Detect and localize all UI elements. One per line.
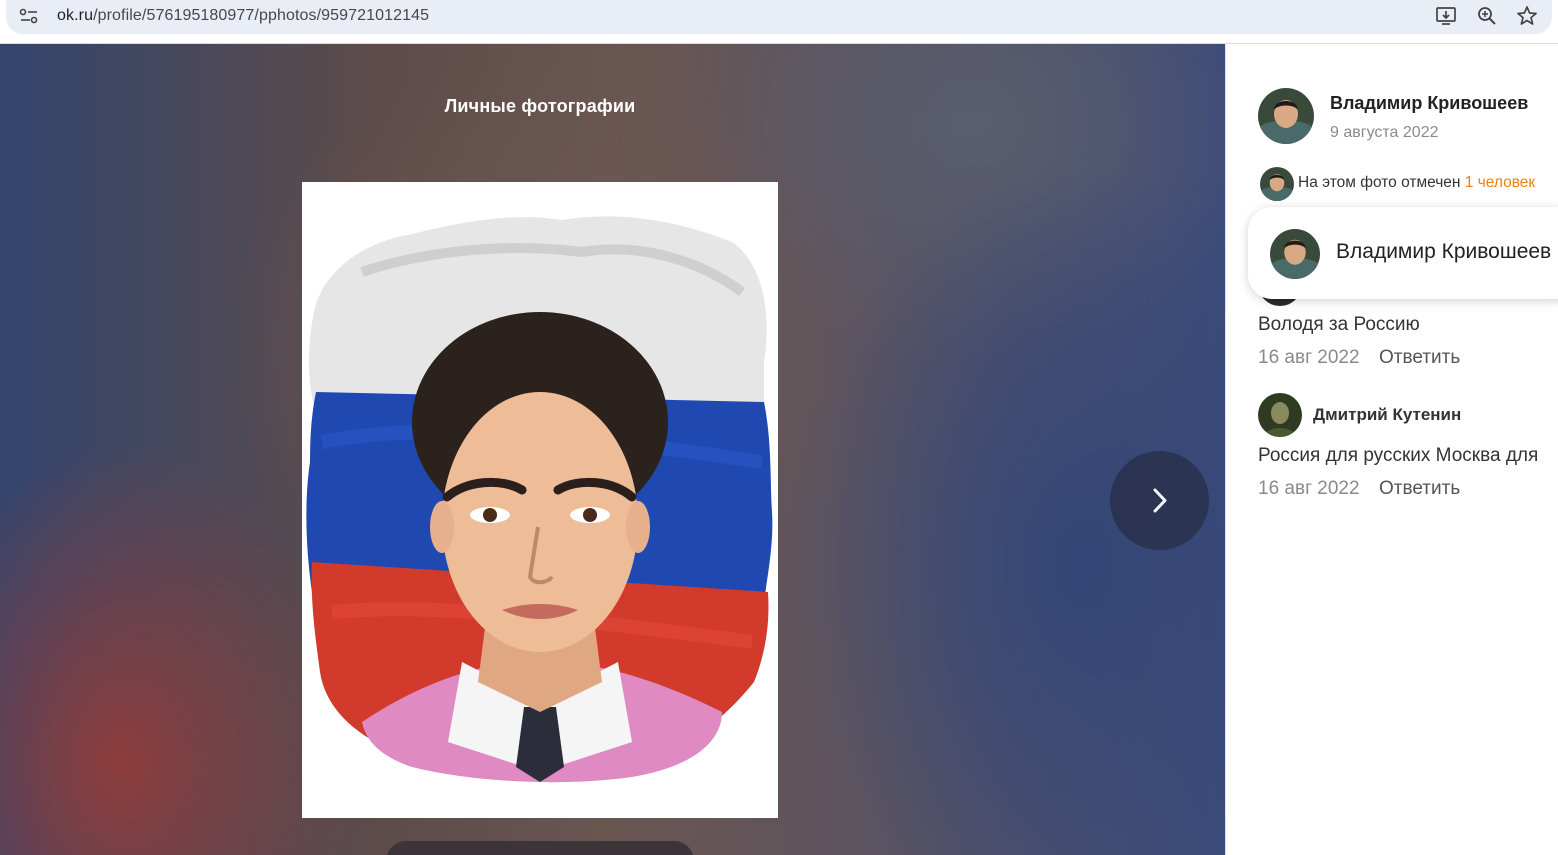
- photo[interactable]: [302, 182, 778, 818]
- install-icon[interactable]: [1434, 4, 1458, 28]
- comment-text: Володя за Россию: [1258, 314, 1420, 335]
- reply-button[interactable]: Ответить: [1379, 478, 1460, 500]
- comment-date: 16 авг 2022: [1258, 478, 1360, 499]
- tagged-prefix: На этом фото отмечен: [1298, 174, 1465, 191]
- tagged-user-popup[interactable]: Владимир Кривошеев: [1248, 207, 1558, 299]
- popup-avatar[interactable]: [1270, 229, 1320, 279]
- author-name[interactable]: Владимир Кривошеев: [1330, 93, 1528, 114]
- comment-text: Россия для русских Москва для: [1258, 445, 1539, 466]
- author-avatar[interactable]: [1258, 88, 1314, 144]
- site-info-icon[interactable]: [18, 6, 40, 26]
- reply-button[interactable]: Ответить: [1379, 347, 1460, 369]
- photo-viewer: Личные фотографии: [0, 44, 1225, 855]
- tagged-info: На этом фото отмечен 1 человек: [1298, 174, 1535, 192]
- photo-actions-bar[interactable]: [386, 841, 694, 855]
- url-path: /profile/576195180977/pphotos/9597210121…: [93, 7, 430, 24]
- post-date: 9 августа 2022: [1330, 124, 1439, 141]
- tagged-people-link[interactable]: 1 человек: [1465, 174, 1535, 191]
- address-bar[interactable]: ok.ru/profile/576195180977/pphotos/95972…: [6, 0, 1552, 34]
- url-text[interactable]: ok.ru/profile/576195180977/pphotos/95972…: [57, 7, 429, 25]
- album-title: Личные фотографии: [444, 96, 636, 116]
- chevron-right-icon: [1153, 488, 1167, 513]
- portrait-illustration: [306, 216, 773, 783]
- photo-sidebar: Владимир Кривошеев 9 августа 2022 На это…: [1225, 44, 1558, 855]
- bookmark-star-icon[interactable]: [1515, 4, 1539, 28]
- commenter-avatar[interactable]: [1258, 393, 1302, 437]
- zoom-icon[interactable]: [1475, 4, 1499, 28]
- next-photo-button[interactable]: [1110, 451, 1209, 550]
- browser-toolbar: ok.ru/profile/576195180977/pphotos/95972…: [0, 0, 1558, 44]
- url-host: ok.ru: [57, 7, 94, 24]
- popup-user-name[interactable]: Владимир Кривошеев: [1336, 240, 1551, 264]
- tagged-user-avatar[interactable]: [1260, 167, 1294, 201]
- comment-date: 16 авг 2022: [1258, 347, 1360, 368]
- commenter-name[interactable]: Дмитрий Кутенин: [1313, 405, 1461, 425]
